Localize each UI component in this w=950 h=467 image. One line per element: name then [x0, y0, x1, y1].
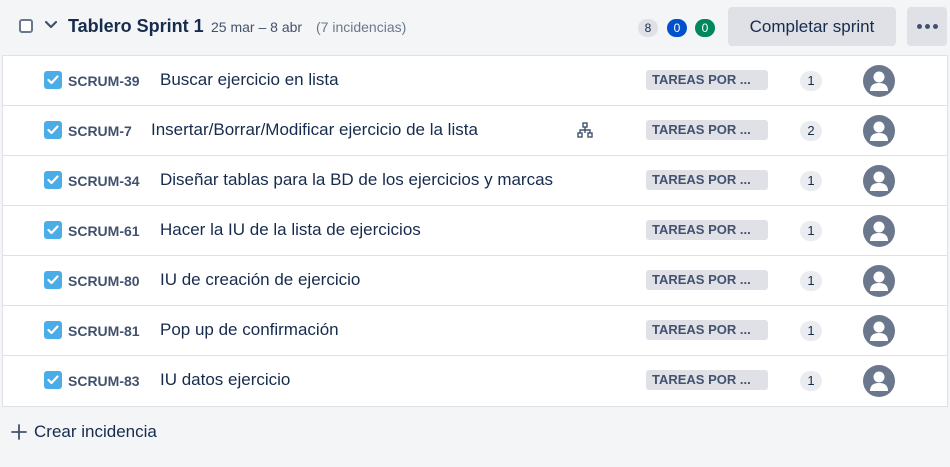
story-points-badge[interactable]: 1	[800, 71, 822, 91]
complete-sprint-button[interactable]: Completar sprint	[728, 7, 896, 46]
issue-summary[interactable]: Hacer la IU de la lista de ejercicios	[160, 220, 421, 240]
avatar-icon[interactable]	[863, 215, 895, 247]
status-dropdown[interactable]: TAREAS POR ...	[646, 220, 768, 240]
issue-summary[interactable]: IU de creación de ejercicio	[160, 270, 360, 290]
issue-key[interactable]: SCRUM-80	[68, 273, 140, 289]
issue-row[interactable]: SCRUM-34 Diseñar tablas para la BD de los…	[3, 156, 947, 206]
story-points-badge[interactable]: 1	[800, 271, 822, 291]
issue-summary[interactable]: Buscar ejercicio en lista	[160, 70, 339, 90]
issue-row[interactable]: SCRUM-61 Hacer la IU de la lista de ejerc…	[3, 206, 947, 256]
checkbox-task-icon	[44, 171, 62, 189]
issue-row[interactable]: SCRUM-83 IU datos ejercicio TAREAS POR ...…	[3, 356, 947, 406]
sprint-title[interactable]: Tablero Sprint 1	[68, 16, 204, 37]
status-dropdown[interactable]: TAREAS POR ...	[646, 170, 768, 190]
status-dropdown[interactable]: TAREAS POR ...	[646, 270, 768, 290]
issue-summary[interactable]: Insertar/Borrar/Modificar ejercicio de l…	[151, 120, 478, 140]
done-count-badge: 0	[695, 19, 715, 37]
child-issues-icon	[577, 122, 593, 138]
avatar-icon[interactable]	[863, 265, 895, 297]
story-points-badge[interactable]: 1	[800, 371, 822, 391]
status-dropdown[interactable]: TAREAS POR ...	[646, 70, 768, 90]
checkbox-task-icon	[44, 221, 62, 239]
status-dropdown[interactable]: TAREAS POR ...	[646, 120, 768, 140]
checkbox-task-icon	[44, 371, 62, 389]
plus-icon	[11, 424, 27, 440]
avatar-icon[interactable]	[863, 365, 895, 397]
sprint-dates: 25 mar – 8 abr	[211, 19, 303, 35]
issue-summary[interactable]: IU datos ejercicio	[160, 370, 290, 390]
create-issue-button[interactable]: Crear incidencia	[10, 418, 157, 446]
status-dropdown[interactable]: TAREAS POR ...	[646, 320, 768, 340]
create-issue-label: Crear incidencia	[34, 422, 157, 441]
issue-summary[interactable]: Pop up de confirmación	[160, 320, 339, 340]
story-points-badge[interactable]: 1	[800, 321, 822, 341]
issue-key[interactable]: SCRUM-83	[68, 373, 140, 389]
more-icon[interactable]	[907, 7, 947, 46]
issue-key[interactable]: SCRUM-34	[68, 173, 140, 189]
issue-row[interactable]: SCRUM-7 Insertar/Borrar/Modificar ejercic…	[3, 106, 947, 156]
sprint-header: Tablero Sprint 1 25 mar – 8 abr (7 incid…	[0, 0, 950, 55]
story-points-badge[interactable]: 2	[800, 121, 822, 141]
checkbox-task-icon	[44, 271, 62, 289]
story-points-badge[interactable]: 1	[800, 221, 822, 241]
avatar-icon[interactable]	[863, 115, 895, 147]
avatar-icon[interactable]	[863, 165, 895, 197]
sprint-checkbox[interactable]	[19, 19, 33, 33]
avatar-icon[interactable]	[863, 65, 895, 97]
issue-key[interactable]: SCRUM-7	[68, 123, 132, 139]
issue-row[interactable]: SCRUM-39 Buscar ejercicio en lista TAREAS …	[3, 56, 947, 106]
issue-list: SCRUM-39 Buscar ejercicio en lista TAREAS …	[2, 55, 948, 407]
story-points-badge[interactable]: 1	[800, 171, 822, 191]
in-progress-count-badge: 0	[667, 19, 687, 37]
issue-summary[interactable]: Diseñar tablas para la BD de los ejercic…	[160, 170, 553, 190]
todo-count-badge: 8	[638, 19, 658, 37]
issue-key[interactable]: SCRUM-81	[68, 323, 140, 339]
issue-key[interactable]: SCRUM-39	[68, 73, 140, 89]
issue-row[interactable]: SCRUM-80 IU de creación de ejercicio TAREA…	[3, 256, 947, 306]
checkbox-task-icon	[44, 321, 62, 339]
avatar-icon[interactable]	[863, 315, 895, 347]
issue-key[interactable]: SCRUM-61	[68, 223, 140, 239]
issue-row[interactable]: SCRUM-81 Pop up de confirmación TAREAS POR…	[3, 306, 947, 356]
chevron-down-icon[interactable]	[45, 17, 57, 33]
checkbox-task-icon	[44, 121, 62, 139]
status-dropdown[interactable]: TAREAS POR ...	[646, 370, 768, 390]
sprint-issue-count: (7 incidencias)	[316, 19, 407, 35]
checkbox-task-icon	[44, 71, 62, 89]
